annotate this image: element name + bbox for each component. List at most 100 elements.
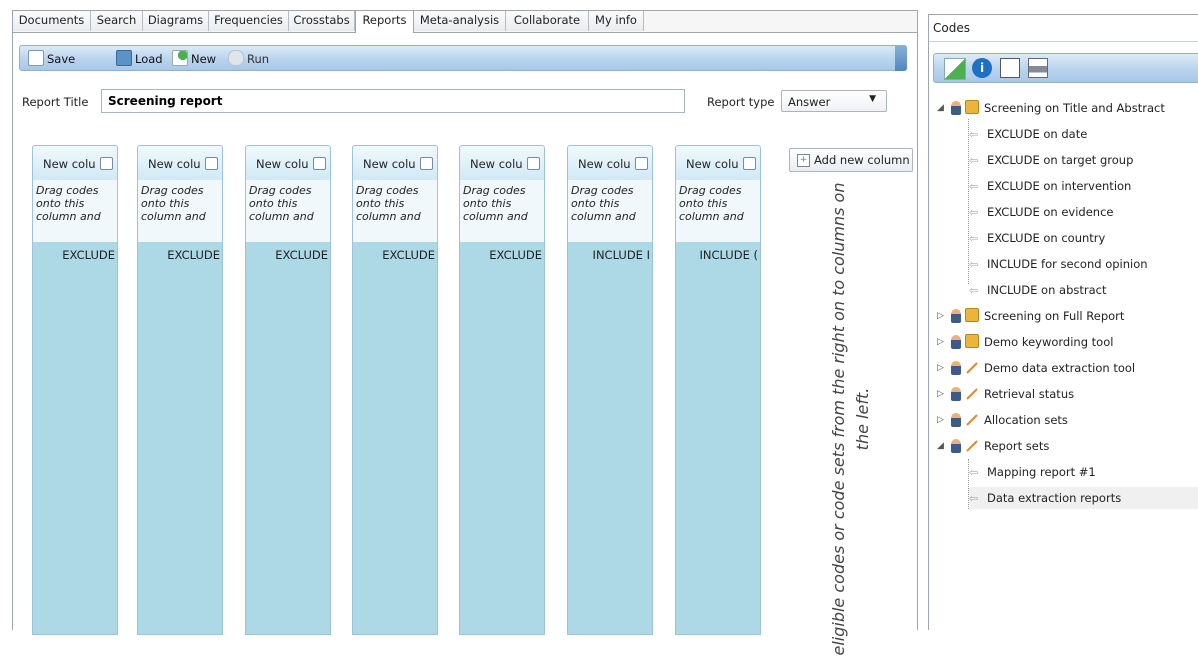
tab-search[interactable]: Search <box>91 11 143 31</box>
column-code[interactable]: INCLUDE ( <box>699 248 758 262</box>
expand-icon[interactable]: ▷ <box>937 305 947 327</box>
column-header[interactable]: New colu <box>460 146 544 181</box>
codes-panel-divider <box>929 41 1198 42</box>
tab-meta-analysis[interactable]: Meta-analysis <box>414 11 506 31</box>
add-code-icon[interactable] <box>944 58 966 80</box>
collapse-icon[interactable]: ◢ <box>937 435 947 457</box>
tab-frequencies[interactable]: Frequencies <box>209 11 289 31</box>
properties-icon[interactable] <box>1000 58 1020 78</box>
column-code[interactable]: EXCLUDE <box>275 248 328 262</box>
column-code[interactable]: EXCLUDE <box>62 248 115 262</box>
column-options-icon[interactable] <box>527 157 540 170</box>
column-code[interactable]: INCLUDE I <box>593 248 650 262</box>
save-icon <box>28 50 44 66</box>
save-label: Save <box>47 52 76 66</box>
run-button[interactable]: Run <box>228 50 269 68</box>
expand-icon[interactable]: ▷ <box>937 409 947 431</box>
report-column-7[interactable]: New colu Drag codes onto this column and… <box>675 145 761 635</box>
lock-icon <box>965 308 979 322</box>
codes-toolbar: i <box>933 53 1198 83</box>
column-header-label: New colu <box>148 157 201 171</box>
column-hint: Drag codes onto this column and <box>676 180 760 242</box>
expand-icon[interactable]: ▷ <box>937 331 947 353</box>
column-options-icon[interactable] <box>635 157 648 170</box>
report-column-5[interactable]: New colu Drag codes onto this column and… <box>459 145 545 635</box>
column-code[interactable]: EXCLUDE <box>167 248 220 262</box>
column-header-label: New colu <box>470 157 523 171</box>
tab-documents[interactable]: Documents <box>13 11 91 31</box>
add-column-button[interactable]: + Add new column <box>789 148 913 172</box>
column-header[interactable]: New colu <box>138 146 222 181</box>
run-label: Run <box>247 52 270 66</box>
load-label: Load <box>135 52 163 66</box>
report-type-value: Answer <box>788 95 831 109</box>
column-hint: Drag codes onto this column and <box>568 180 652 242</box>
column-header-label: New colu <box>686 157 739 171</box>
report-type-label: Report type <box>707 95 775 109</box>
tree-code[interactable]: ⇦ INCLUDE on abstract <box>969 279 1107 301</box>
column-header-label: New colu <box>43 157 96 171</box>
column-options-icon[interactable] <box>313 157 326 170</box>
column-header[interactable]: New colu <box>246 146 330 181</box>
collapse-icon[interactable]: ◢ <box>937 97 947 119</box>
column-header[interactable]: New colu <box>568 146 652 181</box>
toolbar-grip <box>895 45 907 71</box>
save-button[interactable]: Save <box>28 50 75 68</box>
expand-icon[interactable]: ▷ <box>937 383 947 405</box>
report-title-input[interactable] <box>101 89 685 113</box>
tree-code[interactable]: ⇦ EXCLUDE on intervention <box>969 175 1131 197</box>
column-header-label: New colu <box>578 157 631 171</box>
column-options-icon[interactable] <box>100 157 113 170</box>
tab-my-info[interactable]: My info <box>589 11 644 31</box>
tree-code[interactable]: ⇦ EXCLUDE on target group <box>969 149 1133 171</box>
report-column-2[interactable]: New colu Drag codes onto this column and… <box>137 145 223 635</box>
column-header[interactable]: New colu <box>33 146 117 181</box>
tree-code[interactable]: ⇦ INCLUDE for second opinion <box>969 253 1148 275</box>
tree-code[interactable]: ⇦ EXCLUDE on evidence <box>969 201 1113 223</box>
pencil-icon <box>966 440 978 452</box>
column-code[interactable]: EXCLUDE <box>382 248 435 262</box>
person-icon <box>951 101 961 115</box>
code-arrow-icon: ⇦ <box>969 154 979 167</box>
person-icon <box>951 439 961 453</box>
report-type-select[interactable]: Answer ▼ <box>781 90 887 112</box>
new-button[interactable]: New <box>172 50 216 68</box>
column-header[interactable]: New colu <box>353 146 437 181</box>
load-button[interactable]: Load <box>116 50 163 68</box>
reports-panel: Documents Search Diagrams Frequencies Cr… <box>12 10 918 656</box>
column-options-icon[interactable] <box>420 157 433 170</box>
column-hint: Drag codes onto this column and <box>353 180 437 242</box>
info-icon[interactable]: i <box>972 58 992 78</box>
person-icon <box>951 309 961 323</box>
add-column-icon: + <box>797 154 810 167</box>
print-icon[interactable] <box>1028 58 1048 78</box>
report-column-3[interactable]: New colu Drag codes onto this column and… <box>245 145 331 635</box>
report-column-6[interactable]: New colu Drag codes onto this column and… <box>567 145 653 635</box>
column-hint: Drag codes onto this column and <box>460 180 544 242</box>
lock-icon <box>965 334 979 348</box>
column-options-icon[interactable] <box>743 157 756 170</box>
person-icon <box>951 361 961 375</box>
tree-label: Allocation sets <box>984 413 1068 427</box>
tree-code[interactable]: ⇦ EXCLUDE on date <box>969 123 1087 145</box>
pencil-icon <box>966 388 978 400</box>
report-column-1[interactable]: New colu Drag codes onto this column and… <box>32 145 118 635</box>
tab-collaborate[interactable]: Collaborate <box>506 11 589 31</box>
column-options-icon[interactable] <box>205 157 218 170</box>
codes-panel: Codes i ◢ Screening on Title and Abstrac… <box>928 14 1198 630</box>
code-arrow-icon: ⇦ <box>969 180 979 193</box>
report-column-4[interactable]: New colu Drag codes onto this column and… <box>352 145 438 635</box>
tree-code[interactable]: ⇦ EXCLUDE on country <box>969 227 1105 249</box>
tab-crosstabs[interactable]: Crosstabs <box>289 11 355 31</box>
column-code[interactable]: EXCLUDE <box>489 248 542 262</box>
tab-reports[interactable]: Reports <box>355 11 414 33</box>
tree-label: INCLUDE on abstract <box>987 283 1107 297</box>
tree-label: EXCLUDE on evidence <box>987 205 1114 219</box>
person-icon <box>951 387 961 401</box>
tree-code[interactable]: ⇦ Mapping report #1 <box>969 461 1096 483</box>
tree-code-selected[interactable]: ⇦ Data extraction reports <box>969 487 1198 509</box>
column-header[interactable]: New colu <box>676 146 760 181</box>
expand-icon[interactable]: ▷ <box>937 357 947 379</box>
tab-diagrams[interactable]: Diagrams <box>143 11 209 31</box>
tree-label: INCLUDE for second opinion <box>987 257 1148 271</box>
